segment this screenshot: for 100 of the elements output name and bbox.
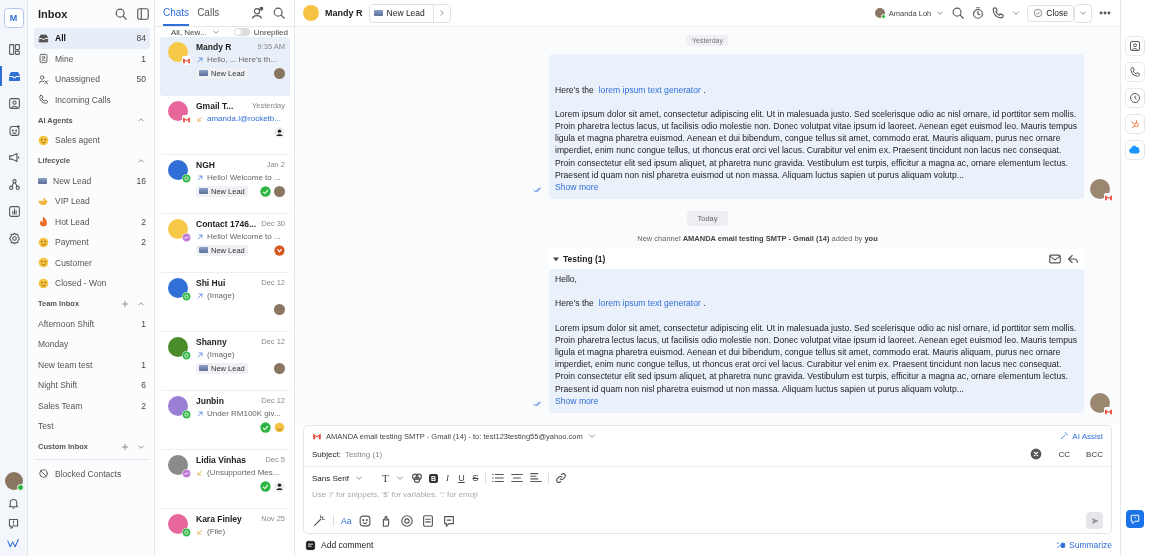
clear-icon[interactable] xyxy=(1028,447,1043,461)
timer-icon[interactable] xyxy=(971,6,986,20)
tab[interactable]: Calls xyxy=(197,0,220,26)
filter-dropdown[interactable]: All, New... xyxy=(171,27,221,37)
size-button[interactable]: T xyxy=(380,472,390,484)
underline-button[interactable]: U xyxy=(456,473,466,483)
toggle-label: Unreplied xyxy=(253,27,288,37)
bell-icon[interactable] xyxy=(7,497,20,510)
email-body: Lorem ipsum dolor sit amet, consectetur adipiscing elit. Ut in malesuada justo. Sed scelerisque odio ac nisl ornare, id porttitor sem mollis. Proin pharetra lectus lacus, ut facilisis odio molestie non. Donec volutpat vitae ipsum id laoreet. Aenean eget euismod leo. Mauris tempus ligula et magna pharetra euismod. Aenean et dui bibendum, congue tellus sit amet, commodo erat. Mauris aliquam, purus nec ornare imperdiet, enim nunc congue tellus, ut rhoncus erat orci vel lacus. Curabitur vel enim ex. Praesent tincidunt non lacus nec consequat. Proin consectetur elit sed ipsum aliquet, at pharetra nunc gravida. Vestibulum est turpis, efficitur a magna ac, ornare elementum lectus. Praesent id quam non nisl pharetra euismod ut non massa. Aliquam luctus sapien ut purus aliquam volutp... xyxy=(555,321,1078,395)
message-preview: Hello! Welcome to ... xyxy=(207,173,281,182)
unreplied-toggle[interactable] xyxy=(233,28,250,36)
color-icon[interactable] xyxy=(409,471,424,485)
user-avatar[interactable] xyxy=(4,472,23,490)
phone-icon[interactable] xyxy=(991,6,1006,20)
contact-name: Gmail T... xyxy=(196,101,234,111)
agent-avatar xyxy=(274,303,285,315)
inbox-item[interactable]: Unassigned 50 xyxy=(34,69,150,90)
support-chat-button[interactable] xyxy=(1126,510,1144,528)
chat-bubble-icon xyxy=(182,528,191,537)
note-icon[interactable] xyxy=(421,513,436,528)
font-dropdown[interactable]: Sans Serif xyxy=(312,473,364,483)
message-preview: Hello! Welcome to ... xyxy=(207,232,281,241)
chat-icon[interactable] xyxy=(442,513,457,528)
unassigned-icon xyxy=(38,73,49,85)
inbox-item[interactable]: New team test 1 xyxy=(34,354,150,375)
gmail-icon xyxy=(1104,193,1113,203)
sparkle-icon xyxy=(1056,540,1066,550)
message-preview: (Image) xyxy=(207,291,235,300)
inbox-item[interactable]: New Lead 16 xyxy=(34,170,150,191)
inbox-item[interactable]: Customer xyxy=(34,252,150,273)
smiley-icon xyxy=(38,236,49,248)
contact-name: Mandy R xyxy=(196,42,232,52)
summarize-button[interactable]: Summarize xyxy=(1056,540,1112,550)
inbox-item[interactable]: Hot Lead 2 xyxy=(34,211,150,232)
flame-icon xyxy=(38,216,49,228)
italic-button[interactable]: I xyxy=(442,473,452,483)
subject-field[interactable]: Testing (1) xyxy=(344,449,1025,459)
inbox-item[interactable]: Sales agent xyxy=(34,130,150,151)
cc-button[interactable]: CC xyxy=(1058,449,1071,459)
tab[interactable]: Chats xyxy=(163,0,190,26)
list-icon[interactable] xyxy=(490,471,505,485)
emoji-icon[interactable] xyxy=(358,513,373,528)
chat-bubble-icon xyxy=(182,233,191,242)
help-icon[interactable] xyxy=(7,517,20,530)
close-button[interactable]: Close xyxy=(1027,4,1074,22)
ai-assist-button[interactable]: AI Assist xyxy=(1059,431,1103,441)
contact-avatar xyxy=(303,5,319,21)
inbox-item[interactable]: Night Shift 6 xyxy=(34,375,150,396)
agent-avatar xyxy=(274,185,285,197)
inbox-item[interactable]: Payment 2 xyxy=(34,232,150,253)
send-button[interactable] xyxy=(1086,512,1103,529)
inbox-item[interactable]: Closed - Won xyxy=(34,273,150,294)
inbox-item[interactable]: Incoming Calls xyxy=(34,89,150,110)
outgoing-arrow-icon xyxy=(196,350,204,359)
contact-icon[interactable] xyxy=(250,6,264,20)
email-link[interactable]: lorem ipsum text generator xyxy=(598,298,701,309)
lifecycle-selector[interactable]: New Lead xyxy=(368,3,451,23)
bcc-button[interactable]: BCC xyxy=(1086,449,1103,459)
collapse-icon[interactable] xyxy=(553,256,559,263)
message-preview: (File) xyxy=(207,527,226,536)
show-more-link[interactable]: Show more xyxy=(555,395,599,406)
inbox-item[interactable]: All 84 xyxy=(34,28,150,49)
text-style-button[interactable]: Aa xyxy=(341,515,352,526)
align-icon[interactable] xyxy=(509,471,524,485)
circle-icon[interactable] xyxy=(400,513,415,528)
add-comment-button[interactable]: Add comment xyxy=(321,540,374,550)
wand-icon xyxy=(1059,431,1070,441)
gmail-icon xyxy=(182,115,191,124)
inbox-item[interactable]: Afternoon Shift 1 xyxy=(34,313,150,334)
inbox-item[interactable]: Sales Team 2 xyxy=(34,395,150,416)
wand-icon[interactable] xyxy=(312,513,326,528)
person-icon xyxy=(274,126,285,138)
blocked-contacts-item[interactable]: Blocked Contacts xyxy=(34,463,150,484)
message-preview: (Unsupported Mes... xyxy=(207,468,280,477)
email-line: Here's the lorem ipsum text generator . xyxy=(555,297,707,310)
search-icon[interactable] xyxy=(272,6,286,20)
smiley-icon xyxy=(38,134,49,146)
search-icon[interactable] xyxy=(114,7,128,21)
inbox-item[interactable]: Mine 1 xyxy=(34,48,150,69)
app-logo-icon xyxy=(7,537,20,550)
email-link[interactable]: lorem ipsum text generator xyxy=(598,84,701,95)
contact-name: Kara Finley xyxy=(196,514,242,524)
inbox-item[interactable]: Monday xyxy=(34,334,150,355)
workspace-logo[interactable]: M xyxy=(3,8,24,28)
strike-button[interactable]: S xyxy=(470,473,480,483)
check-circle-icon xyxy=(1033,8,1044,18)
search-icon[interactable] xyxy=(951,6,966,20)
link-icon[interactable] xyxy=(553,471,568,485)
mail-icon[interactable] xyxy=(1048,252,1062,267)
inbox-item[interactable]: VIP Lead xyxy=(34,191,150,212)
contact-name: Lidia Vinhas xyxy=(196,455,246,465)
collapse-panel-icon[interactable] xyxy=(136,7,150,21)
indent-icon[interactable] xyxy=(528,471,543,485)
clock-icon[interactable] xyxy=(1125,88,1145,108)
chat-bubble-icon xyxy=(182,351,191,360)
show-more-link[interactable]: Show more xyxy=(555,181,599,192)
contact-icon[interactable] xyxy=(1125,36,1145,56)
read-receipt-icon xyxy=(533,185,543,196)
inbox-item[interactable]: Test xyxy=(34,416,150,437)
cloud-icon[interactable] xyxy=(1125,140,1145,160)
